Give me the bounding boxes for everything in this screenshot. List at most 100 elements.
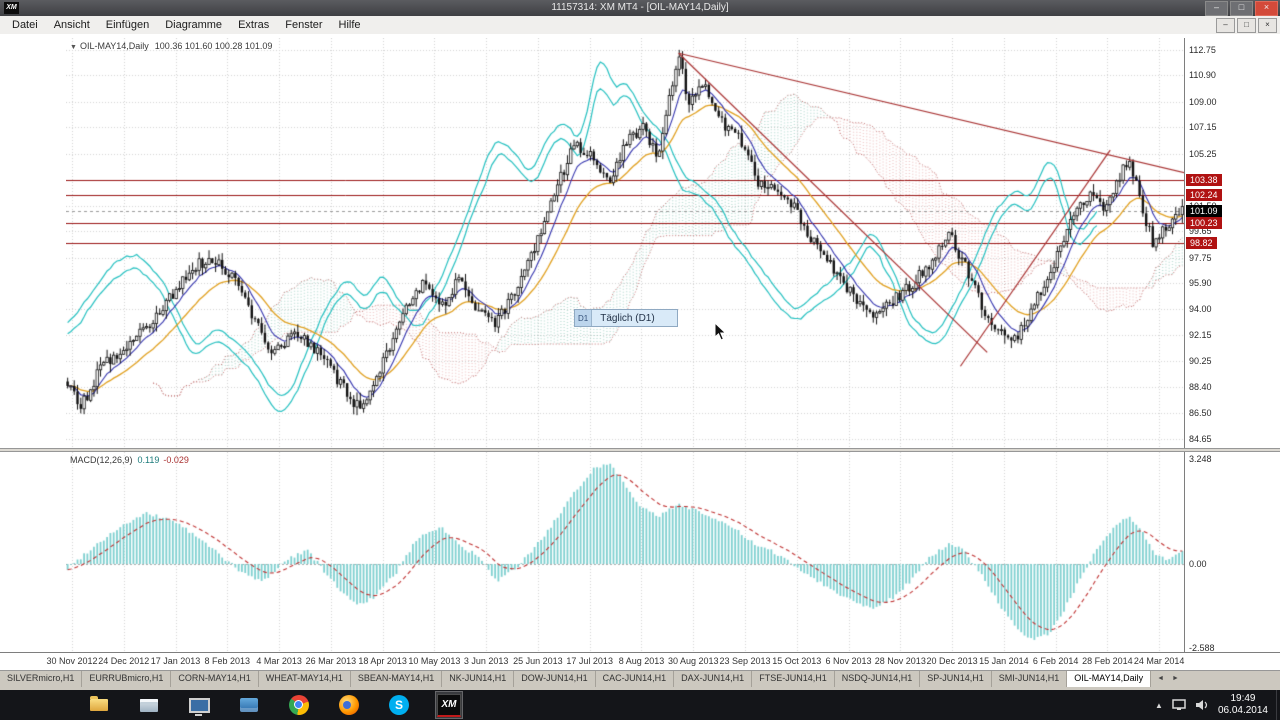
clock-date: 06.04.2014 [1218, 705, 1268, 717]
skype-icon: S [389, 695, 409, 715]
monitor-icon [189, 698, 210, 713]
menu-ansicht[interactable]: Ansicht [46, 17, 98, 33]
system-tray: ▲ 19:49 06.04.2014 [1155, 690, 1276, 720]
taskbar-skype-button[interactable]: S [386, 692, 412, 718]
symbol-tab-cac-jun14,h1[interactable]: CAC-JUN14,H1 [596, 671, 675, 687]
macd-signal-value: -0.029 [163, 455, 189, 465]
price-level-badge: 103.38 [1186, 174, 1222, 186]
symbol-tab-oil-may14,daily[interactable]: OIL-MAY14,Daily [1067, 671, 1151, 687]
macd-name: MACD(12,26,9) [70, 455, 133, 465]
price-tick: 92.15 [1189, 330, 1212, 340]
taskbar: S XM [0, 690, 1280, 720]
symbol-tab-dow-jun14,h1[interactable]: DOW-JUN14,H1 [514, 671, 595, 687]
symbol-tab-smi-jun14,h1[interactable]: SMI-JUN14,H1 [992, 671, 1068, 687]
menu-einfügen[interactable]: Einfügen [98, 17, 157, 33]
price-tick: 110.90 [1189, 70, 1216, 80]
menu-extras[interactable]: Extras [230, 17, 277, 33]
price-tick: 90.25 [1189, 356, 1212, 366]
symbol-tab-dax-jun14,h1[interactable]: DAX-JUN14,H1 [674, 671, 752, 687]
tray-chevron-icon[interactable]: ▲ [1155, 701, 1163, 710]
clock-time: 19:49 [1218, 693, 1268, 705]
price-tick: 97.75 [1189, 253, 1212, 263]
macd-indicator-label: MACD(12,26,9) 0.119-0.029 [70, 455, 189, 465]
price-tick: 94.00 [1189, 304, 1212, 314]
price-level-badge: 102.24 [1186, 189, 1222, 201]
date-label: 24 Mar 2014 [1122, 656, 1196, 666]
taskbar-file-explorer-button[interactable] [86, 692, 112, 718]
app-icon: XM [4, 2, 19, 14]
price-tick: 109.00 [1189, 97, 1217, 107]
mdi-controls: – □ × [1216, 18, 1280, 33]
menu-hilfe[interactable]: Hilfe [331, 17, 369, 33]
menu-datei[interactable]: Datei [4, 17, 46, 33]
symbol-ohlc-values: 100.36 101.60 100.28 101.09 [155, 41, 273, 51]
console-icon [240, 698, 258, 712]
price-tick: 105.25 [1189, 149, 1217, 159]
titlebar: XM 11157314: XM MT4 - [OIL-MAY14,Daily] … [0, 0, 1280, 16]
chrome-icon [289, 695, 309, 715]
taskbar-firefox-button[interactable] [336, 692, 362, 718]
symbol-tab-eurrubmicro,h1[interactable]: EURRUBmicro,H1 [82, 671, 171, 687]
macd-chart-canvas[interactable] [66, 452, 1184, 652]
taskbar-chrome-button[interactable] [286, 692, 312, 718]
menubar: DateiAnsichtEinfügenDiagrammeExtrasFenst… [0, 16, 1280, 35]
maximize-button[interactable]: □ [1230, 1, 1253, 16]
taskbar-xm-terminal-button[interactable]: XM [436, 692, 462, 718]
macd-value: 0.119 [138, 455, 160, 465]
symbol-tab-silvermicro,h1[interactable]: SILVERmicro,H1 [0, 671, 82, 687]
macd-scale-tick: 0.00 [1189, 559, 1207, 569]
symbol-tab-ftse-jun14,h1[interactable]: FTSE-JUN14,H1 [752, 671, 835, 687]
network-tray-icon[interactable] [1172, 699, 1186, 711]
symbol-tab-sbean-may14,h1[interactable]: SBEAN-MAY14,H1 [351, 671, 442, 687]
taskbar-media-button[interactable] [186, 692, 212, 718]
xm-logo-icon: XM [437, 694, 461, 717]
price-tick: 107.15 [1189, 122, 1217, 132]
price-level-badge: 98.82 [1186, 237, 1217, 249]
price-tick: 112.75 [1189, 45, 1216, 55]
library-icon [140, 699, 158, 712]
menu-fenster[interactable]: Fenster [277, 17, 330, 33]
price-tick: 86.50 [1189, 408, 1212, 418]
price-axis[interactable]: 112.75110.90109.00107.15105.25101.5099.6… [1184, 38, 1280, 448]
chart-symbol-label: ▼OIL-MAY14,Daily 100.36 101.60 100.28 101… [70, 41, 272, 51]
window-title: 11157314: XM MT4 - [OIL-MAY14,Daily] [0, 0, 1280, 16]
symbol-tab-nk-jun14,h1[interactable]: NK-JUN14,H1 [442, 671, 514, 687]
symbol-tabbar: SILVERmicro,H1EURRUBmicro,H1CORN-MAY14,H… [0, 670, 1280, 690]
price-level-badge: 100.23 [1186, 217, 1222, 229]
show-desktop-strip[interactable] [1276, 690, 1280, 720]
minimize-button[interactable]: – [1205, 1, 1228, 16]
timeframe-tooltip: D1 Täglich (D1) [574, 309, 678, 327]
symbol-tab-nsdq-jun14,h1[interactable]: NSDQ-JUN14,H1 [835, 671, 921, 687]
macd-scale-tick: 3.248 [1189, 454, 1212, 464]
tab-scroll-arrows[interactable]: ◄ ► [1151, 671, 1188, 687]
mdi-minimize-button[interactable]: – [1216, 18, 1235, 33]
folder-icon [90, 699, 108, 711]
desktop: XM 11157314: XM MT4 - [OIL-MAY14,Daily] … [0, 0, 1280, 720]
window-controls: – □ × [1205, 1, 1278, 16]
main-chart-canvas[interactable] [66, 38, 1184, 448]
tooltip-label: Täglich (D1) [592, 313, 676, 324]
tooltip-key-chip: D1 [575, 310, 592, 326]
collapse-triangle-icon[interactable]: ▼ [70, 44, 77, 51]
menu-items: DateiAnsichtEinfügenDiagrammeExtrasFenst… [0, 17, 369, 33]
taskbar-console-button[interactable] [236, 692, 262, 718]
symbol-name: OIL-MAY14,Daily [80, 41, 149, 51]
close-button[interactable]: × [1255, 1, 1278, 16]
current-price-badge: 101.09 [1186, 205, 1222, 217]
price-tick: 95.90 [1189, 278, 1212, 288]
mdi-restore-button[interactable]: □ [1237, 18, 1256, 33]
mdi-close-button[interactable]: × [1258, 18, 1277, 33]
price-tick: 84.65 [1189, 434, 1212, 444]
volume-tray-icon[interactable] [1195, 699, 1209, 711]
macd-axis[interactable]: 3.2480.00-2.588 [1184, 452, 1280, 652]
mouse-cursor-icon [714, 322, 728, 342]
menu-diagramme[interactable]: Diagramme [157, 17, 230, 33]
date-axis[interactable]: 30 Nov 201224 Dec 201217 Jan 20138 Feb 2… [0, 652, 1280, 670]
firefox-icon [339, 695, 359, 715]
symbol-tab-corn-may14,h1[interactable]: CORN-MAY14,H1 [171, 671, 258, 687]
taskbar-clock[interactable]: 19:49 06.04.2014 [1218, 693, 1276, 717]
symbol-tab-sp-jun14,h1[interactable]: SP-JUN14,H1 [920, 671, 992, 687]
price-tick: 88.40 [1189, 382, 1212, 392]
symbol-tab-wheat-may14,h1[interactable]: WHEAT-MAY14,H1 [259, 671, 351, 687]
taskbar-libraries-button[interactable] [136, 692, 162, 718]
